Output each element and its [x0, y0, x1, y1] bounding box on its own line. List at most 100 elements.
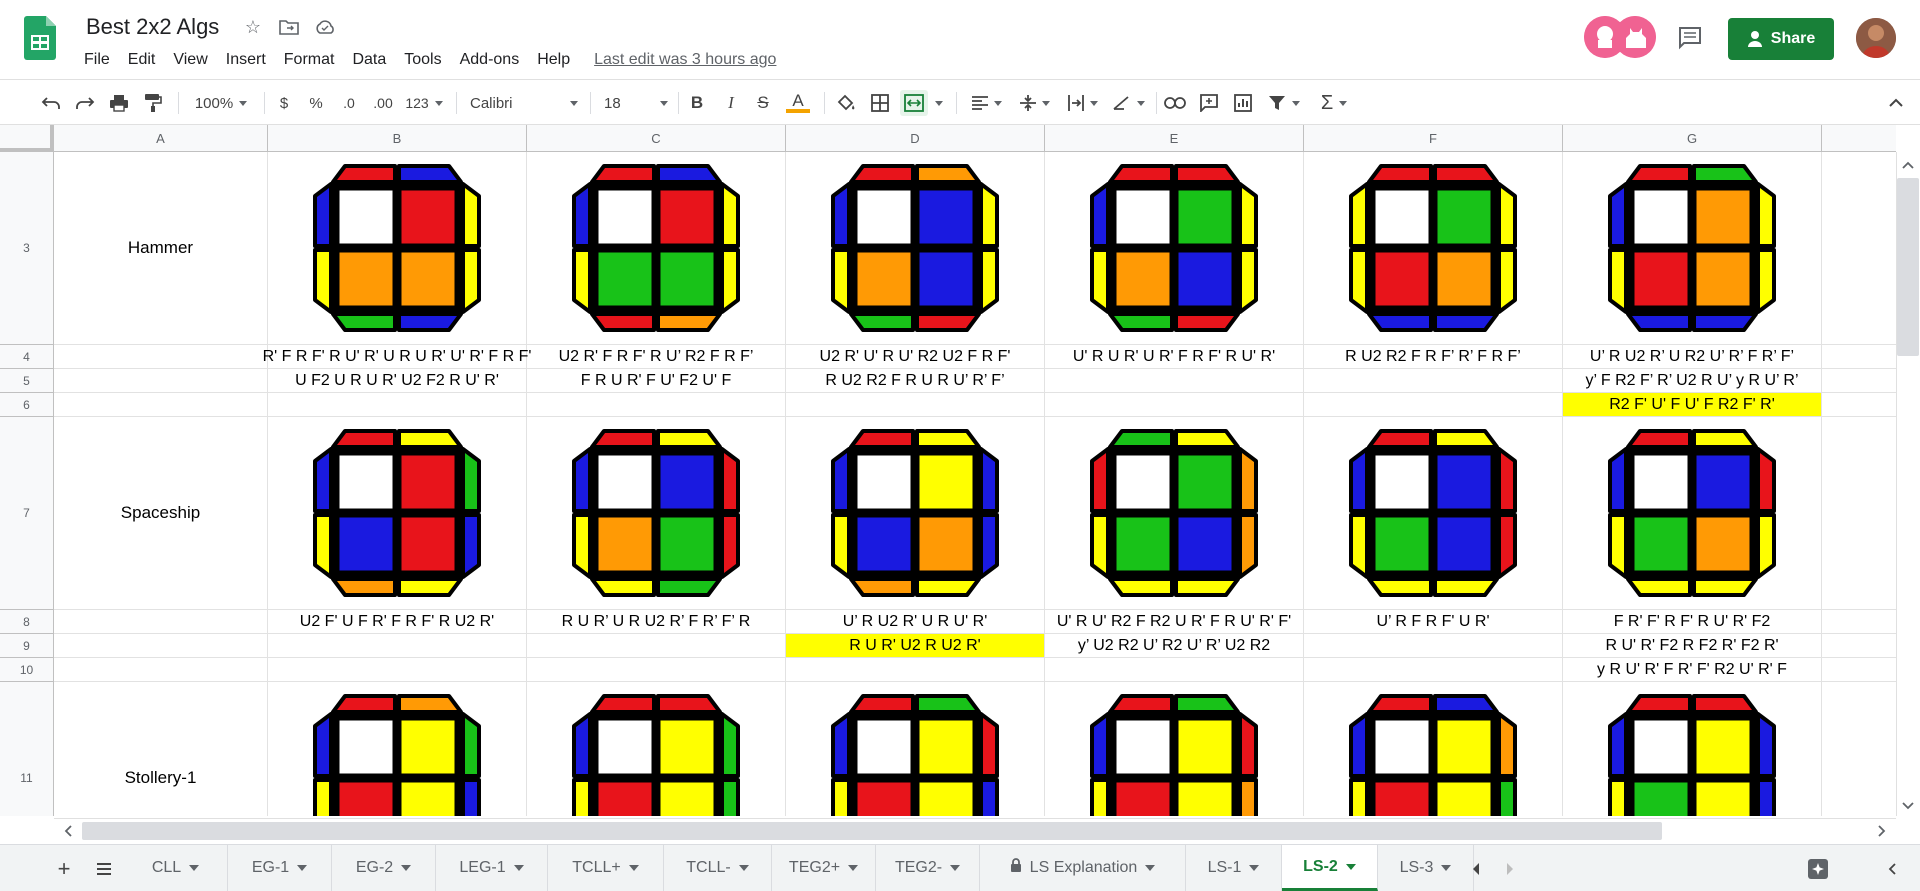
insert-comment-icon[interactable] — [1196, 90, 1222, 116]
zoom-select[interactable]: 100% — [188, 90, 254, 116]
tab-menu-caret-icon[interactable] — [628, 865, 639, 871]
cube-image-cell[interactable] — [268, 682, 527, 816]
column-header[interactable]: F — [1304, 125, 1563, 152]
vertical-scroll-thumb[interactable] — [1897, 178, 1919, 356]
scroll-left-icon[interactable] — [58, 822, 78, 840]
alg-cell[interactable]: U F2 U R U R' U2 F2 R U' R' — [268, 369, 527, 393]
alg-cell[interactable]: U2 R' F R F' R U’ R2 F R F’ — [527, 345, 786, 369]
alg-cell[interactable] — [268, 634, 527, 658]
alg-cell[interactable] — [268, 393, 527, 417]
last-edit-link[interactable]: Last edit was 3 hours ago — [594, 51, 776, 69]
text-color-button[interactable]: A — [786, 90, 810, 116]
add-sheet-icon[interactable]: + — [52, 856, 76, 881]
tabs-scroll-left-icon[interactable] — [1464, 857, 1488, 881]
print-icon[interactable] — [106, 90, 132, 116]
case-name-cell[interactable] — [54, 634, 268, 658]
case-name-cell[interactable] — [54, 369, 268, 393]
column-header[interactable]: A — [54, 125, 268, 152]
cloud-status-icon[interactable] — [314, 16, 336, 38]
alg-cell[interactable] — [1304, 393, 1563, 417]
menu-insert[interactable]: Insert — [226, 51, 266, 69]
menu-view[interactable]: View — [173, 51, 207, 69]
cube-image-cell[interactable] — [527, 417, 786, 610]
alg-cell[interactable]: R U2 R2 F R U R U’ R’ F’ — [786, 369, 1045, 393]
sheet-tab[interactable]: TCLL+ — [548, 845, 664, 891]
empty-cell[interactable] — [1822, 658, 1896, 682]
alg-cell[interactable] — [786, 658, 1045, 682]
tab-menu-caret-icon[interactable] — [1145, 865, 1156, 871]
row-header[interactable]: 3 — [0, 152, 54, 345]
alg-cell[interactable]: U’ R F R F' U R' — [1304, 610, 1563, 634]
alg-cell[interactable] — [527, 634, 786, 658]
tab-menu-caret-icon[interactable] — [297, 865, 308, 871]
cube-image-cell[interactable] — [268, 152, 527, 345]
menu-tools[interactable]: Tools — [404, 51, 441, 69]
alg-cell[interactable] — [1304, 634, 1563, 658]
cube-image-cell[interactable] — [1563, 682, 1822, 816]
alg-cell[interactable]: y’ U2 R2 U’ R2 U’ R’ U2 R2 — [1045, 634, 1304, 658]
cube-image-cell[interactable] — [1304, 152, 1563, 345]
case-name-cell[interactable] — [54, 393, 268, 417]
cube-image-cell[interactable] — [1304, 682, 1563, 816]
tab-menu-caret-icon[interactable] — [1441, 865, 1452, 871]
font-size-select[interactable]: 18 — [604, 90, 668, 116]
explore-icon[interactable] — [1804, 855, 1832, 883]
alg-cell[interactable] — [1045, 369, 1304, 393]
text-rotation-icon[interactable] — [1108, 90, 1148, 116]
all-sheets-icon[interactable] — [92, 857, 116, 881]
alg-cell[interactable] — [1304, 369, 1563, 393]
sheet-tab[interactable]: EG-2 — [332, 845, 436, 891]
empty-cell[interactable] — [1822, 610, 1896, 634]
star-icon[interactable]: ☆ — [242, 16, 264, 38]
row-header[interactable]: 8 — [0, 610, 54, 634]
share-button[interactable]: Share — [1728, 18, 1834, 60]
cube-image-cell[interactable] — [786, 682, 1045, 816]
menu-edit[interactable]: Edit — [128, 51, 156, 69]
alg-cell[interactable] — [1045, 658, 1304, 682]
alg-cell[interactable]: R U R’ U R U2 R’ F R’ F’ R — [527, 610, 786, 634]
empty-cell[interactable] — [1822, 369, 1896, 393]
collaborator-avatar[interactable] — [1614, 16, 1656, 58]
row-header[interactable]: 11 — [0, 682, 54, 816]
alg-cell[interactable]: U2 F' U F R' F R F' R U2 R' — [268, 610, 527, 634]
tab-menu-caret-icon[interactable] — [738, 865, 749, 871]
sheet-tab[interactable]: LEG-1 — [436, 845, 548, 891]
alg-cell[interactable]: R2 F' U' F U' F R2 F' R' — [1563, 393, 1822, 417]
row-header[interactable]: 10 — [0, 658, 54, 682]
row-header[interactable]: 5 — [0, 369, 54, 393]
collapse-menus-icon[interactable] — [1884, 90, 1908, 116]
alg-cell[interactable]: U' R U' R2 F R2 U R' F R U' R' F' — [1045, 610, 1304, 634]
sheet-tab[interactable]: TEG2+ — [772, 845, 876, 891]
sheets-logo-icon[interactable] — [24, 16, 56, 60]
borders-icon[interactable] — [868, 90, 892, 116]
case-name-cell[interactable] — [54, 658, 268, 682]
cube-image-cell[interactable] — [786, 417, 1045, 610]
comments-icon[interactable] — [1677, 25, 1703, 51]
empty-cell[interactable] — [1822, 393, 1896, 417]
tab-menu-caret-icon[interactable] — [848, 865, 859, 871]
case-name-cell[interactable] — [54, 610, 268, 634]
select-all-corner[interactable] — [0, 125, 54, 152]
empty-cell[interactable] — [1822, 634, 1896, 658]
menu-file[interactable]: File — [84, 51, 110, 69]
move-folder-icon[interactable] — [278, 16, 300, 38]
case-name-cell[interactable]: Stollery-1 — [54, 682, 268, 816]
cube-image-cell[interactable] — [1045, 152, 1304, 345]
side-panel-toggle-icon[interactable] — [1880, 857, 1904, 881]
case-name-cell[interactable] — [54, 345, 268, 369]
empty-cell[interactable] — [1822, 152, 1896, 345]
alg-cell[interactable] — [268, 658, 527, 682]
row-header[interactable]: 7 — [0, 417, 54, 610]
tab-menu-caret-icon[interactable] — [189, 865, 200, 871]
case-name-cell[interactable]: Spaceship — [54, 417, 268, 610]
cube-image-cell[interactable] — [268, 417, 527, 610]
sheet-tab[interactable]: TCLL- — [664, 845, 772, 891]
alg-cell[interactable]: F R U R' F U' F2 U' F — [527, 369, 786, 393]
sheet-tab[interactable]: TEG2- — [876, 845, 980, 891]
merge-dropdown-icon[interactable] — [932, 90, 946, 116]
menu-help[interactable]: Help — [537, 51, 570, 69]
column-header[interactable]: C — [527, 125, 786, 152]
row-header[interactable]: 6 — [0, 393, 54, 417]
alg-cell[interactable] — [1304, 658, 1563, 682]
text-wrapping-icon[interactable] — [1062, 90, 1102, 116]
